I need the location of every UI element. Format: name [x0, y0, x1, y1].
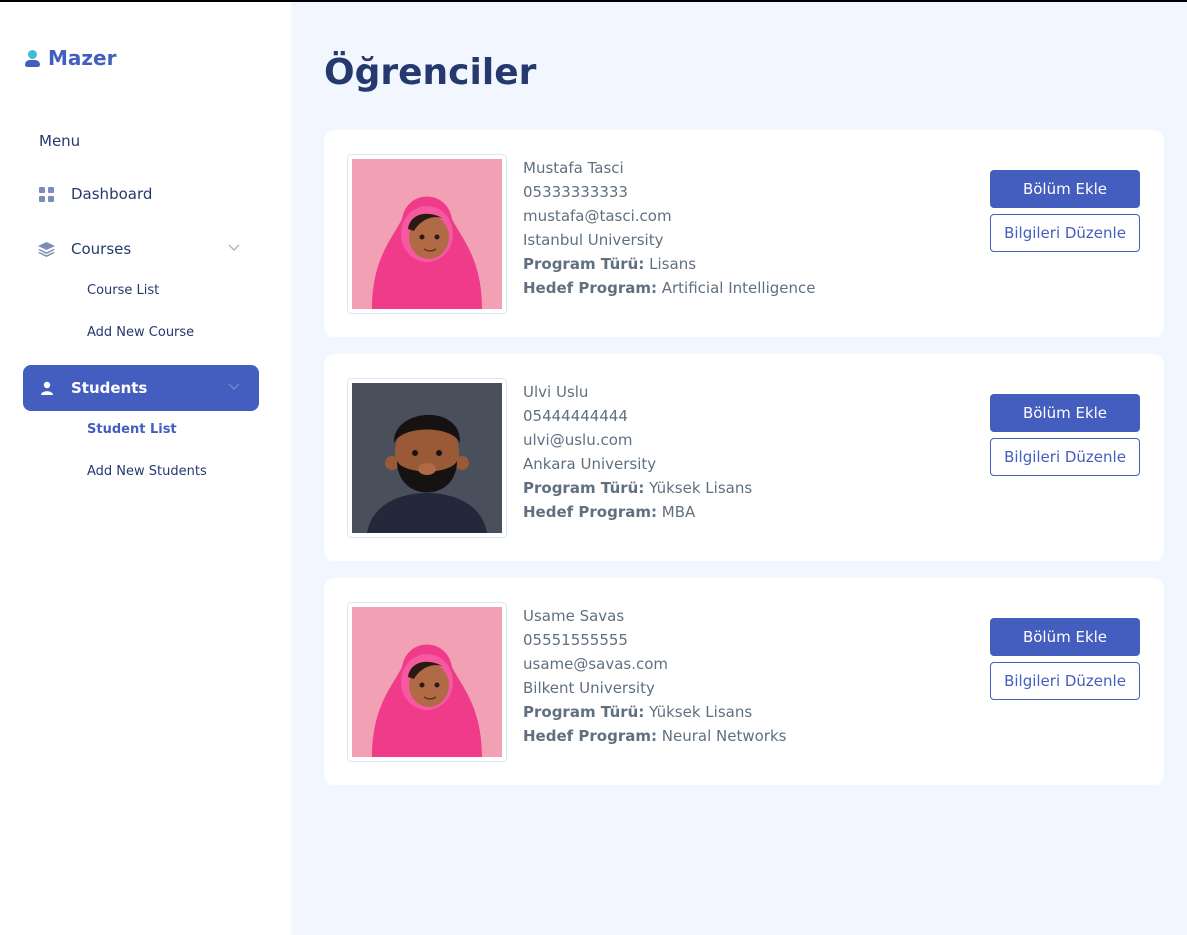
add-section-button[interactable]: Bölüm Ekle — [990, 394, 1140, 432]
student-card: Usame Savas 05551555555 usame@savas.com … — [324, 578, 1164, 785]
edit-info-button[interactable]: Bilgileri Düzenle — [990, 214, 1140, 252]
program-type-label: Program Türü: — [523, 703, 645, 721]
avatar — [347, 378, 507, 538]
sidebar-item-label: Students — [71, 379, 148, 397]
student-name: Mustafa Tasci — [523, 159, 624, 177]
target-program-value: Neural Networks — [661, 727, 787, 745]
student-university: Istanbul University — [523, 231, 664, 249]
student-phone: 05333333333 — [523, 183, 628, 201]
brand-name: Mazer — [48, 46, 117, 70]
add-section-button[interactable]: Bölüm Ekle — [990, 618, 1140, 656]
person-icon — [38, 380, 55, 397]
target-program-label: Hedef Program: — [523, 727, 657, 745]
student-email: usame@savas.com — [523, 655, 669, 673]
sidebar: Mazer Menu Dashboard Courses Course List… — [0, 2, 291, 935]
brand-logo[interactable]: Mazer — [24, 46, 116, 70]
target-program-row: Hedef Program: Artificial Intelligence — [523, 276, 816, 300]
user-logo-icon — [24, 48, 40, 68]
program-type-row: Program Türü: Yüksek Lisans — [523, 700, 786, 724]
edit-info-button[interactable]: Bilgileri Düzenle — [990, 438, 1140, 476]
male-avatar-icon — [352, 383, 502, 533]
avatar — [347, 602, 507, 762]
student-name: Usame Savas — [523, 607, 625, 625]
target-program-value: Artificial Intelligence — [661, 279, 816, 297]
target-program-row: Hedef Program: Neural Networks — [523, 724, 786, 748]
sidebar-subitem-course-list[interactable]: Course List — [87, 283, 159, 298]
avatar — [347, 154, 507, 314]
student-university: Ankara University — [523, 455, 657, 473]
page-title: Öğrenciler — [324, 52, 537, 93]
female-avatar-icon — [352, 607, 502, 757]
program-type-row: Program Türü: Yüksek Lisans — [523, 476, 752, 500]
grid-icon — [38, 186, 55, 203]
student-info: Mustafa Tasci 05333333333 mustafa@tasci.… — [523, 156, 816, 300]
sidebar-item-students[interactable]: Students — [23, 365, 259, 411]
target-program-label: Hedef Program: — [523, 279, 657, 297]
program-type-label: Program Türü: — [523, 255, 645, 273]
chevron-down-icon — [227, 379, 241, 393]
student-university: Bilkent University — [523, 679, 655, 697]
sidebar-item-courses[interactable]: Courses — [23, 226, 259, 272]
student-info: Ulvi Uslu 05444444444 ulvi@uslu.com Anka… — [523, 380, 752, 524]
chevron-down-icon — [227, 240, 241, 254]
student-email: ulvi@uslu.com — [523, 431, 633, 449]
edit-info-button[interactable]: Bilgileri Düzenle — [990, 662, 1140, 700]
student-name: Ulvi Uslu — [523, 383, 589, 401]
student-phone: 05551555555 — [523, 631, 628, 649]
student-email: mustafa@tasci.com — [523, 207, 672, 225]
sidebar-subitem-add-new-course[interactable]: Add New Course — [87, 325, 194, 340]
student-card: Ulvi Uslu 05444444444 ulvi@uslu.com Anka… — [324, 354, 1164, 561]
stack-icon — [38, 241, 55, 258]
menu-title: Menu — [39, 132, 81, 150]
sidebar-item-dashboard[interactable]: Dashboard — [23, 171, 259, 217]
program-type-label: Program Türü: — [523, 479, 645, 497]
sidebar-subitem-add-new-students[interactable]: Add New Students — [87, 464, 207, 479]
program-type-row: Program Türü: Lisans — [523, 252, 816, 276]
sidebar-item-label: Courses — [71, 240, 132, 258]
sidebar-subitem-student-list[interactable]: Student List — [87, 422, 177, 437]
target-program-value: MBA — [661, 503, 696, 521]
female-avatar-icon — [352, 159, 502, 309]
program-type-value: Lisans — [649, 255, 697, 273]
add-section-button[interactable]: Bölüm Ekle — [990, 170, 1140, 208]
target-program-label: Hedef Program: — [523, 503, 657, 521]
student-phone: 05444444444 — [523, 407, 628, 425]
program-type-value: Yüksek Lisans — [649, 479, 753, 497]
student-info: Usame Savas 05551555555 usame@savas.com … — [523, 604, 786, 748]
main-content: Öğrenciler Mustafa Tasci 05333333333 mus… — [291, 2, 1187, 935]
sidebar-item-label: Dashboard — [71, 185, 153, 203]
program-type-value: Yüksek Lisans — [649, 703, 753, 721]
target-program-row: Hedef Program: MBA — [523, 500, 752, 524]
student-card: Mustafa Tasci 05333333333 mustafa@tasci.… — [324, 130, 1164, 337]
